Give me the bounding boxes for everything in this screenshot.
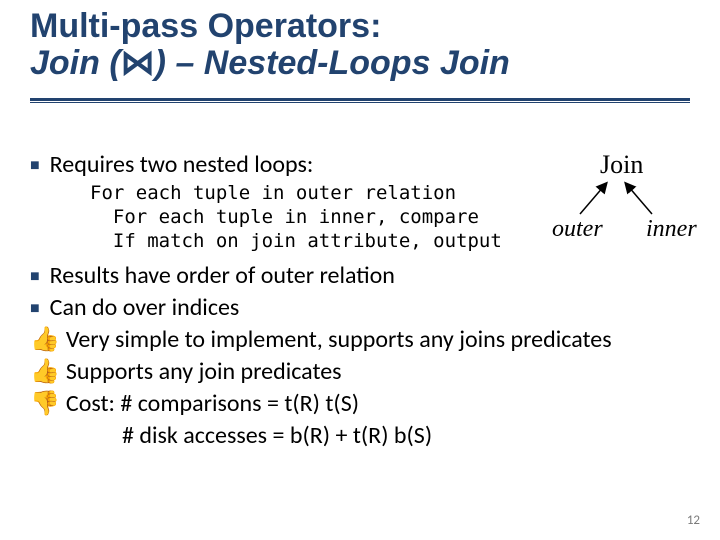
bullet-over-indices: ■Can do over indices [30,293,690,323]
bullet-requires-loops: ■Requires two nested loops: [30,150,690,180]
page-number: 12 [687,513,700,528]
bullet-simple-implement: 👍Very simple to implement, supports any … [30,325,690,355]
bullet-cost: 👎Cost: # comparisons = t(R) t(S) [30,389,690,419]
bullet-6-text: Cost: # comparisons = t(R) t(S) [66,389,359,418]
square-bullet-icon: ■ [30,300,50,317]
bullet-3-text: Can do over indices [50,293,240,322]
square-bullet-icon: ■ [30,157,50,174]
slide-title: Multi-pass Operators: Join (⋈) – Nested-… [30,8,510,83]
title-join-word: Join ( [30,44,121,82]
square-bullet-icon: ■ [30,268,50,285]
title-line-1: Multi-pass Operators: [30,8,510,45]
title-line-2-suffix: ) – Nested-Loops Join [155,44,510,82]
pseudocode-block: For each tuple in outer relation For eac… [90,182,690,253]
bullet-1-text: Requires two nested loops: [50,150,314,179]
slide: Multi-pass Operators: Join (⋈) – Nested-… [0,0,720,540]
bullet-4-text: Very simple to implement, supports any j… [66,325,612,354]
thumbs-up-icon: 👍 [30,359,66,385]
bullet-cost-line-2: # disk accesses = b(R) + t(R) b(S) [30,421,690,451]
bullet-2-text: Results have order of outer relation [50,261,395,290]
bullet-supports-predicates: 👍Supports any join predicates [30,357,690,387]
title-line-2: Join (⋈) – Nested-Loops Join [30,45,510,82]
slide-body: ■Requires two nested loops: For each tup… [30,150,690,453]
thumbs-down-icon: 👎 [30,391,66,417]
bullet-5-text: Supports any join predicates [66,357,342,386]
bullet-results-order: ■Results have order of outer relation [30,261,690,291]
join-symbol-icon: ⋈ [121,45,155,82]
title-underline [30,98,690,104]
thumbs-up-icon: 👍 [30,327,66,353]
